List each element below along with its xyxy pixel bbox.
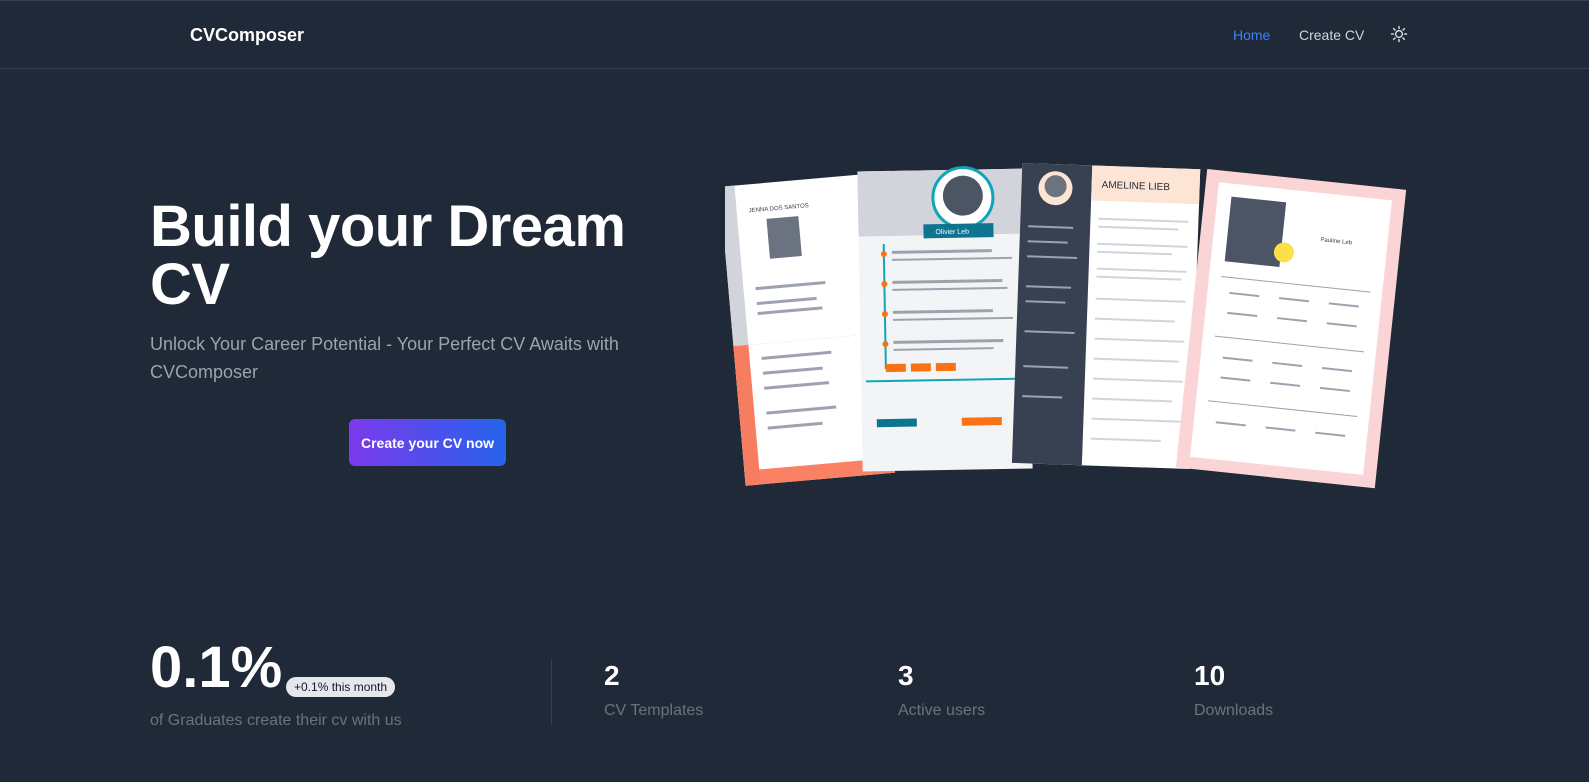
- monthly-change-badge: +0.1% this month: [286, 677, 396, 697]
- cv-preview-card-3: AMELINE LIEB: [1011, 163, 1201, 470]
- graduates-stat-value: 0.1%: [150, 635, 283, 700]
- stats-divider: [551, 660, 552, 724]
- cv-preview-card-2: Olivier Leb: [857, 166, 1033, 472]
- sun-icon[interactable]: [1390, 25, 1408, 43]
- active-users-stat-label: Active users: [898, 702, 986, 719]
- cv-templates-illustration: JENNA DOS SANTOS Olivier Leb AMELINE LIE…: [725, 163, 1407, 489]
- brand-logo[interactable]: CVComposer: [190, 25, 304, 46]
- downloads-stat-label: Downloads: [1194, 702, 1274, 719]
- nav-create-cv-link[interactable]: Create CV: [1299, 27, 1364, 43]
- cv-preview-card-4: Pauline Leb: [1175, 168, 1407, 489]
- graduates-stat-label: of Graduates create their cv with us: [150, 712, 402, 729]
- hero-subtitle: Unlock Your Career Potential - Your Perf…: [150, 334, 619, 382]
- create-cv-button[interactable]: Create your CV now: [349, 419, 506, 466]
- downloads-stat-value: 10: [1194, 660, 1226, 691]
- nav-home-link[interactable]: Home: [1233, 27, 1270, 43]
- hero-title: Build your Dream CV: [150, 194, 626, 317]
- templates-stat-label: CV Templates: [604, 702, 704, 719]
- cv2-name: Olivier Leb: [935, 229, 969, 237]
- active-users-stat-value: 3: [898, 660, 914, 691]
- top-navbar: CVComposer Home Create CV: [0, 0, 1589, 69]
- templates-stat-value: 2: [604, 660, 620, 691]
